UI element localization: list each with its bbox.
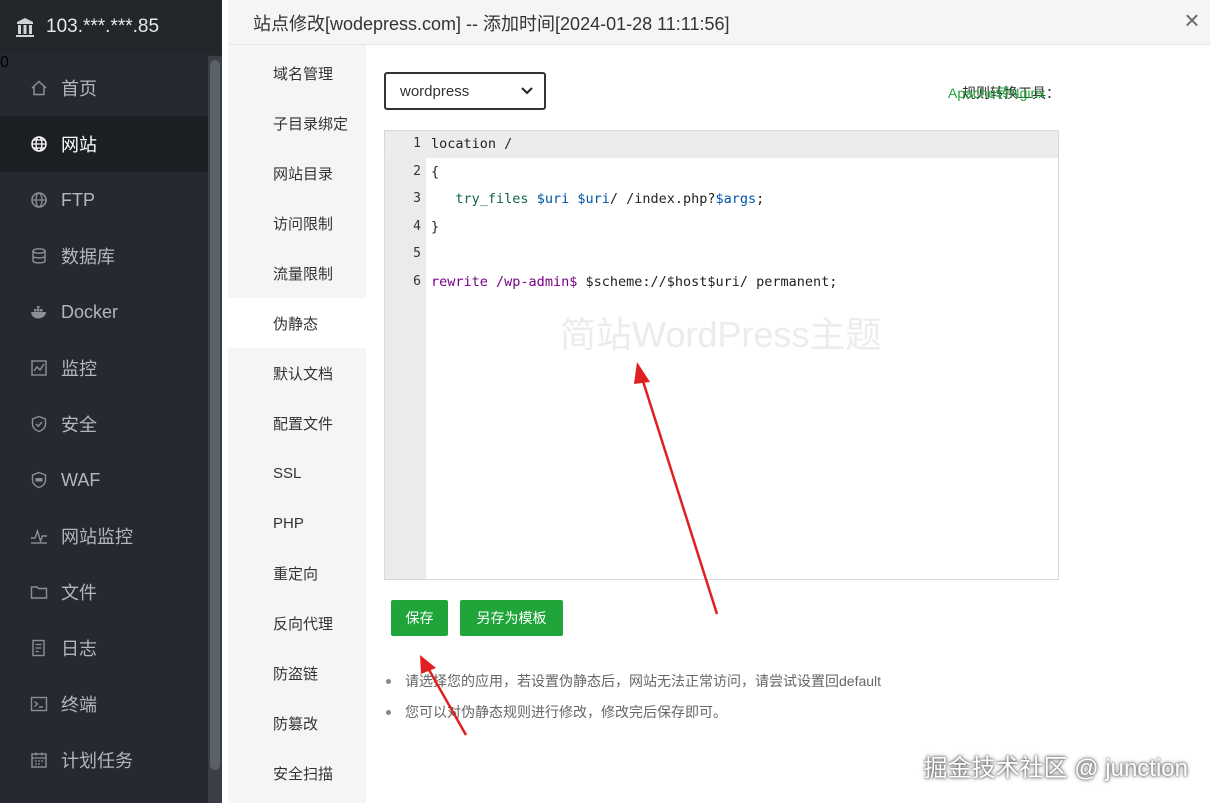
pulse-icon xyxy=(30,527,48,545)
line-number: 4 xyxy=(413,219,421,234)
nav-item-website[interactable]: 网站 xyxy=(0,116,208,172)
save-button[interactable]: 保存 xyxy=(391,600,448,636)
nav-item-files[interactable]: 文件 xyxy=(0,564,208,620)
line-number: 6 xyxy=(413,274,421,289)
sidebar: 103.***.***.85 0 首页 网站 FTP 数据库 Docker 监控… xyxy=(0,0,222,803)
shield-icon xyxy=(30,415,48,433)
site-settings-tabs: 域名管理 子目录绑定 网站目录 访问限制 流量限制 伪静态 默认文档 配置文件 … xyxy=(228,45,367,803)
nav-item-ftp[interactable]: FTP xyxy=(0,172,208,228)
nav-label: 日志 xyxy=(61,639,97,659)
code-line: { xyxy=(431,164,440,180)
log-icon xyxy=(30,639,48,657)
nav-label: 文件 xyxy=(61,583,97,603)
nav-item-monitor[interactable]: 监控 xyxy=(0,340,208,396)
tab-php[interactable]: PHP xyxy=(228,498,366,548)
tab-site-directory[interactable]: 网站目录 xyxy=(228,148,366,198)
close-icon[interactable]: × xyxy=(1180,7,1204,33)
code-line: } xyxy=(431,219,440,235)
nav-item-docker[interactable]: Docker xyxy=(0,284,208,340)
nav-item-waf[interactable]: WAF xyxy=(0,452,208,508)
tab-default-doc[interactable]: 默认文档 xyxy=(228,348,366,398)
monitor-icon xyxy=(30,359,48,377)
apache-to-nginx-link[interactable]: Apache转Nginx xyxy=(948,83,1045,103)
tab-tamper-proof[interactable]: 防篡改 xyxy=(228,698,366,748)
nav-label: 网站监控 xyxy=(61,527,133,547)
nav-item-database[interactable]: 数据库 xyxy=(0,228,208,284)
tab-rewrite[interactable]: 伪静态 xyxy=(228,298,366,348)
rewrite-template-select[interactable]: wordpress xyxy=(384,72,546,110)
terminal-icon xyxy=(30,695,48,713)
globe-icon xyxy=(30,135,48,153)
nav-label: Docker xyxy=(61,301,119,322)
database-icon xyxy=(30,247,48,265)
line-number: 5 xyxy=(413,246,421,261)
dialog-title: 站点修改[wodepress.com] -- 添加时间[2024-01-28 1… xyxy=(253,14,730,34)
nav-label: 安全 xyxy=(61,415,97,435)
nav-item-cron[interactable]: 计划任务 xyxy=(0,732,208,788)
nav-item-logs[interactable]: 日志 xyxy=(0,620,208,676)
tab-config-file[interactable]: 配置文件 xyxy=(228,398,366,448)
code-line: try_files $uri $uri/ /index.php?$args; xyxy=(455,191,765,207)
tip-item: 请选择您的应用，若设置伪静态后，网站无法正常访问，请尝试设置回default xyxy=(386,670,881,701)
tab-domain[interactable]: 域名管理 xyxy=(228,48,366,98)
nav-label: WAF xyxy=(61,469,101,490)
nav-label: 监控 xyxy=(61,359,97,379)
nav-label: 终端 xyxy=(61,695,97,715)
tab-traffic-limit[interactable]: 流量限制 xyxy=(228,248,366,298)
dialog-header: 站点修改[wodepress.com] -- 添加时间[2024-01-28 1… xyxy=(228,0,1210,45)
nav-item-security[interactable]: 安全 xyxy=(0,396,208,452)
rewrite-code-editor[interactable]: 简站WordPress主题 1 2 3 4 5 6 location / { t… xyxy=(384,130,1059,580)
tab-hotlink[interactable]: 防盗链 xyxy=(228,648,366,698)
home-icon xyxy=(30,79,48,97)
nav-label: 计划任务 xyxy=(61,751,133,771)
sidebar-scrollbar-thumb[interactable] xyxy=(210,60,220,770)
chevron-down-icon xyxy=(521,87,533,95)
corner-watermark: 掘金技术社区 @ junction xyxy=(923,755,1188,782)
code-line: location / xyxy=(431,136,513,152)
save-as-template-button[interactable]: 另存为模板 xyxy=(460,600,563,636)
server-ip: 103.***.***.85 xyxy=(46,16,160,37)
line-number: 1 xyxy=(413,136,421,151)
tab-reverse-proxy[interactable]: 反向代理 xyxy=(228,598,366,648)
server-header[interactable]: 103.***.***.85 xyxy=(0,0,222,54)
calendar-icon xyxy=(30,751,48,769)
tab-access-limit[interactable]: 访问限制 xyxy=(228,198,366,248)
nav-label: 首页 xyxy=(61,79,97,99)
tab-redirect[interactable]: 重定向 xyxy=(228,548,366,598)
nav-label: 数据库 xyxy=(61,247,115,267)
editor-watermark: 简站WordPress主题 xyxy=(560,314,882,355)
folder-icon xyxy=(30,583,48,601)
nav-label: 网站 xyxy=(61,135,97,155)
line-number: 2 xyxy=(413,164,421,179)
server-logo-icon xyxy=(16,18,34,37)
tab-ssl[interactable]: SSL xyxy=(228,448,366,498)
help-tips: 请选择您的应用，若设置伪静态后，网站无法正常访问，请尝试设置回default 您… xyxy=(386,670,881,732)
nav-item-terminal[interactable]: 终端 xyxy=(0,676,208,732)
tab-subdirectory[interactable]: 子目录绑定 xyxy=(228,98,366,148)
ftp-globe-icon xyxy=(30,191,48,209)
line-number: 3 xyxy=(413,191,421,206)
tab-security-scan[interactable]: 安全扫描 xyxy=(228,748,366,798)
waf-shield-icon xyxy=(30,471,48,489)
select-value: wordpress xyxy=(400,82,470,100)
nav-item-home[interactable]: 首页 xyxy=(0,60,208,116)
rewrite-panel: wordpress 规则转换工具： Apache转Nginx 简站WordPre… xyxy=(366,45,1210,803)
code-line: rewrite /wp-admin$ $scheme://$host$uri/ … xyxy=(431,274,838,290)
docker-icon xyxy=(30,303,48,321)
nav-label: FTP xyxy=(61,189,95,210)
tip-item: 您可以对伪静态规则进行修改，修改完后保存即可。 xyxy=(386,701,881,732)
nav-item-site-monitor[interactable]: 网站监控 xyxy=(0,508,208,564)
